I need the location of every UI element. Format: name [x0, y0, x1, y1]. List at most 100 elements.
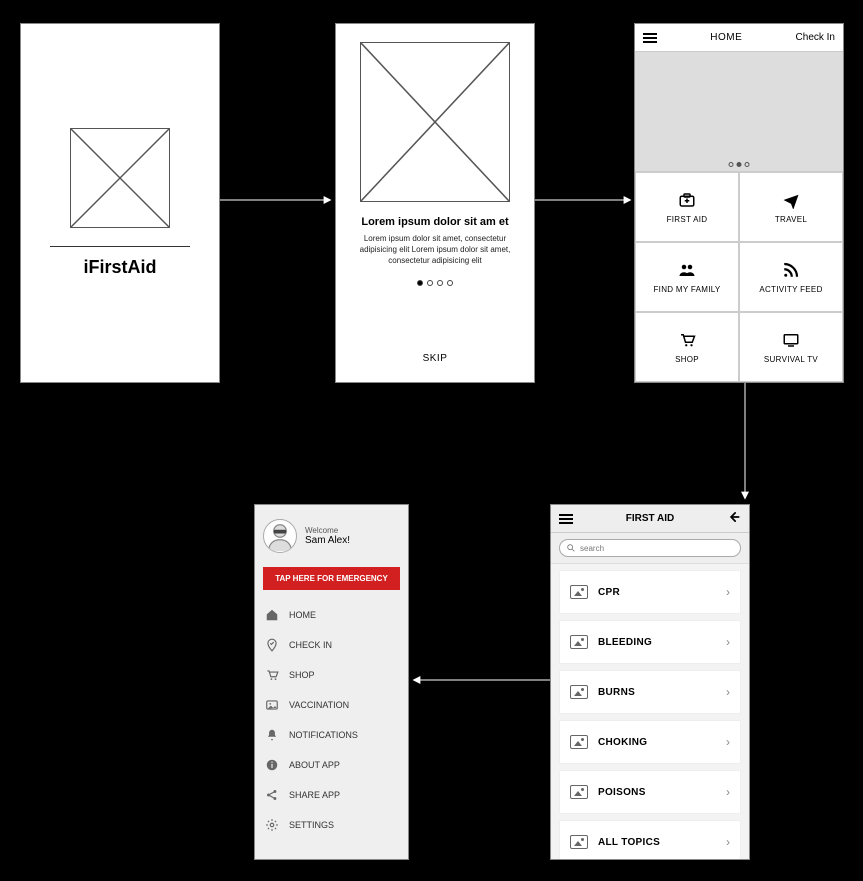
hamburger-icon[interactable] [643, 33, 657, 43]
image-icon [570, 835, 588, 849]
back-icon[interactable] [727, 510, 741, 527]
tile-travel[interactable]: TRAVEL [739, 172, 843, 242]
home-title: HOME [657, 32, 796, 43]
menu-label: CHECK IN [289, 640, 332, 650]
flow-arrow-1 [220, 190, 335, 210]
tile-label: SURVIVAL TV [764, 355, 818, 364]
list-item[interactable]: ALL TOPICS › [559, 820, 741, 859]
chevron-right-icon: › [726, 835, 730, 849]
menu-checkin[interactable]: CHECK IN [255, 630, 408, 660]
info-icon [265, 758, 279, 772]
gear-icon [265, 818, 279, 832]
chevron-right-icon: › [726, 685, 730, 699]
drawer-menu: HOME CHECK IN SHOP VACCINATION NOTIFICAT… [255, 600, 408, 849]
dot-1[interactable] [417, 280, 423, 286]
list-item[interactable]: CPR› [559, 570, 741, 614]
menu-notifications[interactable]: NOTIFICATIONS [255, 720, 408, 750]
tile-shop[interactable]: SHOP [635, 312, 739, 382]
tile-label: TRAVEL [775, 215, 807, 224]
logo-placeholder [70, 128, 170, 228]
home-tiles: FIRST AID TRAVEL FIND MY FAMILY ACTIVITY… [635, 172, 843, 382]
checkin-icon [265, 638, 279, 652]
app-title: iFirstAid [83, 257, 156, 278]
list-item[interactable]: BURNS › [559, 670, 741, 714]
skip-button[interactable]: SKIP [423, 345, 448, 372]
dot-4[interactable] [447, 280, 453, 286]
tile-label: ACTIVITY FEED [759, 285, 822, 294]
firstaid-screen: FIRST AID search CPR› BLEEDING › BURNS › C… [550, 504, 750, 860]
share-icon [265, 788, 279, 802]
menu-label: SHOP [289, 670, 315, 680]
tile-first-aid[interactable]: FIRST AID [635, 172, 739, 242]
menu-share[interactable]: SHARE APP [255, 780, 408, 810]
menu-settings[interactable]: SETTINGS [255, 810, 408, 840]
image-icon [570, 635, 588, 649]
welcome-label: Welcome [305, 526, 350, 535]
home-topbar: HOME Check In [635, 24, 843, 52]
list-label: CHOKING [598, 737, 716, 748]
emergency-button[interactable]: TAP HERE FOR EMERGENCY [263, 567, 400, 590]
menu-vaccination[interactable]: VACCINATION [255, 690, 408, 720]
chevron-right-icon: › [726, 635, 730, 649]
hamburger-icon[interactable] [559, 514, 573, 524]
list-label: BURNS [598, 687, 716, 698]
rss-icon [780, 261, 802, 279]
home-screen: HOME Check In FIRST AID TRAVEL FIND MY F… [634, 23, 844, 383]
chevron-right-icon: › [726, 785, 730, 799]
drawer-screen: Welcome Sam Alex! TAP HERE FOR EMERGENCY… [254, 504, 409, 860]
flow-arrow-3 [735, 383, 755, 503]
tile-find-family[interactable]: FIND MY FAMILY [635, 242, 739, 312]
list-label: BLEEDING [598, 637, 716, 648]
menu-label: SETTINGS [289, 820, 334, 830]
family-icon [676, 261, 698, 279]
cart-icon [265, 668, 279, 682]
check-in-link[interactable]: Check In [796, 32, 835, 43]
search-input[interactable]: search [559, 539, 741, 557]
tile-label: FIRST AID [667, 215, 708, 224]
tile-label: FIND MY FAMILY [653, 285, 720, 294]
menu-label: SHARE APP [289, 790, 340, 800]
menu-shop[interactable]: SHOP [255, 660, 408, 690]
onboarding-screen: Lorem ipsum dolor sit am et Lorem ipsum … [335, 23, 535, 383]
firstaid-list: CPR› BLEEDING› BURNS› CHOKING› POISONS› … [551, 564, 749, 859]
menu-label: VACCINATION [289, 700, 349, 710]
onboarding-heading: Lorem ipsum dolor sit am et [361, 216, 508, 228]
profile: Welcome Sam Alex! [255, 515, 408, 563]
divider [50, 246, 190, 247]
dot-2[interactable] [427, 280, 433, 286]
tv-icon [780, 331, 802, 349]
search-placeholder: search [580, 544, 604, 553]
carousel-dot-2[interactable] [737, 162, 742, 167]
carousel-dots [729, 162, 750, 167]
list-item[interactable]: CHOKING › [559, 720, 741, 764]
dot-3[interactable] [437, 280, 443, 286]
home-carousel[interactable] [635, 52, 843, 172]
image-icon [570, 735, 588, 749]
splash-screen: iFirstAid [20, 23, 220, 383]
carousel-dot-3[interactable] [745, 162, 750, 167]
search-wrap: search [551, 533, 749, 564]
chevron-right-icon: › [726, 735, 730, 749]
onboarding-image [360, 42, 510, 202]
firstaid-icon [676, 191, 698, 209]
tile-activity-feed[interactable]: ACTIVITY FEED [739, 242, 843, 312]
list-item[interactable]: BLEEDING › [559, 620, 741, 664]
flow-arrow-2 [535, 190, 635, 210]
plane-icon [780, 191, 802, 209]
carousel-dot-1[interactable] [729, 162, 734, 167]
page-dots[interactable] [417, 280, 453, 286]
avatar[interactable] [263, 519, 297, 553]
menu-about[interactable]: ABOUT APP [255, 750, 408, 780]
firstaid-topbar: FIRST AID [551, 505, 749, 533]
list-label: POISONS [598, 787, 716, 798]
home-icon [265, 608, 279, 622]
bell-icon [265, 728, 279, 742]
menu-home[interactable]: HOME [255, 600, 408, 630]
list-label: ALL TOPICS [598, 837, 716, 848]
image-icon [265, 698, 279, 712]
list-item[interactable]: POISONS › [559, 770, 741, 814]
flow-arrow-4 [409, 670, 550, 690]
tile-survival-tv[interactable]: SURVIVAL TV [739, 312, 843, 382]
user-name: Sam Alex! [305, 535, 350, 546]
search-icon [566, 543, 576, 553]
